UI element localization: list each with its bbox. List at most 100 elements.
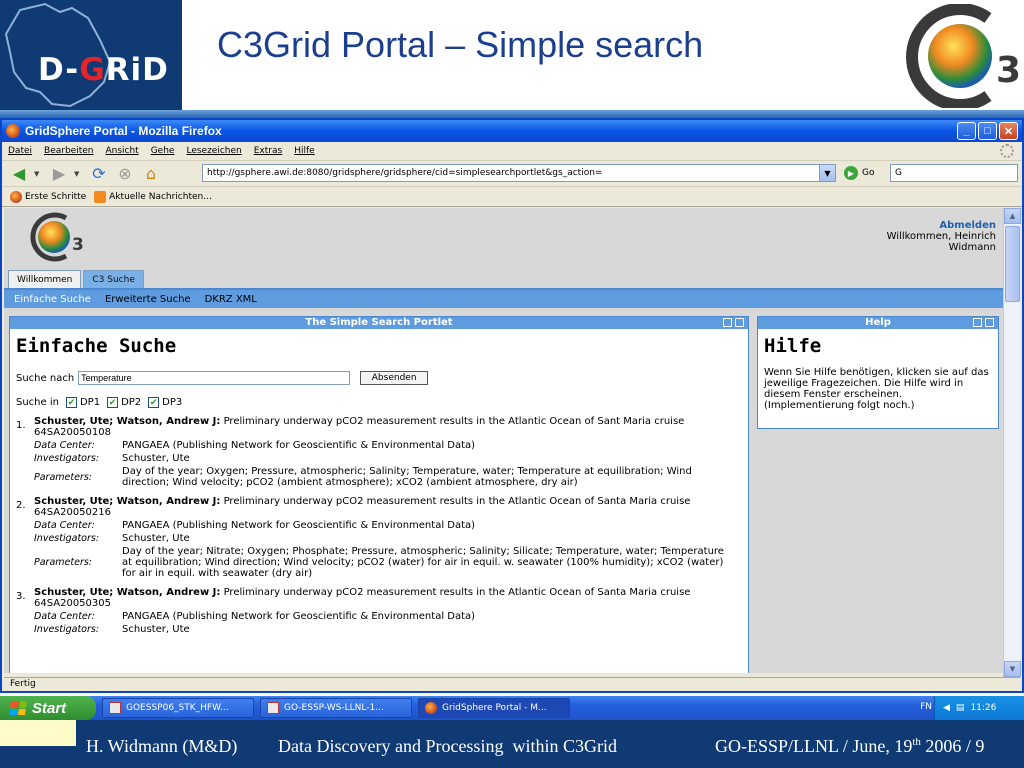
url-dropdown-icon[interactable]: ▼ [819,165,835,181]
user-panel: Abmelden Willkommen, Heinrich Widmann [887,220,996,253]
subtab-dkrz-xml[interactable]: DKRZ XML [205,294,257,305]
web-search-input[interactable]: G [890,164,1018,182]
taskbar-item-powerpoint-2[interactable]: GO-ESSP-WS-LLNL-1... [260,698,412,718]
start-label: Start [32,699,67,717]
slide-header: D-GRiD C3Grid Portal – Simple search 3 [0,0,1024,110]
field-value: Day of the year; Nitrate; Oxygen; Phosph… [122,546,724,579]
stop-icon[interactable]: ⊗ [114,164,136,184]
footer-author: H. Widmann (M&D) [86,736,238,756]
bookmark-erste-schritte[interactable]: Erste Schritte [10,190,87,203]
welcome-text: Willkommen, Heinrich [886,231,996,242]
svg-text:3: 3 [72,235,84,255]
throbber-icon [1000,144,1014,158]
taskbar-item-powerpoint-1[interactable]: GOESSP06_STK_HFW... [102,698,254,718]
menu-gehe[interactable]: Gehe [151,146,175,156]
maximize-button[interactable]: □ [978,122,997,140]
checkbox-dp1[interactable]: ✔ [65,397,77,408]
slide-footer: H. Widmann (M&D) Data Discovery and Proc… [0,720,1024,768]
back-icon[interactable]: ◀ [8,164,30,184]
subtab-erweiterte-suche[interactable]: Erweiterte Suche [105,294,191,305]
field-value: PANGAEA (Publishing Network for Geoscien… [122,611,476,622]
tray-arrow-icon[interactable]: ◀ [943,703,950,713]
network-icon[interactable]: ▤ [956,703,965,713]
minimize-button[interactable]: _ [957,122,976,140]
start-button[interactable]: Start [0,696,96,720]
minimize-portlet-icon[interactable] [973,318,982,327]
field-value: Schuster, Ute [122,624,190,635]
window-titlebar[interactable]: GridSphere Portal - Mozilla Firefox _ □ … [2,120,1022,142]
portlet-heading: Einfache Suche [16,335,177,357]
back-dropdown-icon[interactable]: ▼ [34,170,44,178]
subtab-einfache-suche[interactable]: Einfache Suche [14,294,91,305]
clock[interactable]: 11:26 [970,703,996,713]
go-arrow-icon: ▶ [844,166,858,180]
field-label: Data Center: [34,520,95,531]
menu-bearbeiten[interactable]: Bearbeiten [44,146,93,156]
field-label: Investigators: [34,453,100,464]
scroll-thumb[interactable] [1005,226,1020,302]
language-indicator[interactable]: FN [920,702,932,712]
checkbox-dp3[interactable]: ✔ [148,397,160,408]
reload-icon[interactable]: ⟳ [88,164,110,184]
field-label: Investigators: [34,624,100,635]
field-value: Schuster, Ute [122,533,190,544]
c3grid-logo-icon: 3 [906,4,1021,108]
result-title[interactable]: Schuster, Ute; Watson, Andrew J: Prelimi… [34,416,728,438]
windows-flag-icon [9,701,27,715]
logout-link[interactable]: Abmelden [887,220,996,231]
field-value: PANGAEA (Publishing Network for Geoscien… [122,520,476,531]
checkbox-dp2[interactable]: ✔ [107,397,119,408]
forward-icon[interactable]: ▶ [48,164,70,184]
scroll-down-icon[interactable]: ▼ [1004,661,1021,677]
taskbar-item-label: GOESSP06_STK_HFW... [126,703,229,713]
field-label: Data Center: [34,440,95,451]
menu-extras[interactable]: Extras [254,146,282,156]
maximize-portlet-icon[interactable] [735,318,744,327]
result-title[interactable]: Schuster, Ute; Watson, Andrew J: Prelimi… [34,587,728,609]
field-label: Investigators: [34,533,100,544]
tab-willkommen[interactable]: Willkommen [8,270,82,288]
home-icon[interactable]: ⌂ [140,164,162,184]
username-text: Widmann [948,242,996,253]
url-bar[interactable]: http://gsphere.awi.de:8080/gridsphere/gr… [202,164,836,182]
result-title[interactable]: Schuster, Ute; Watson, Andrew J: Prelimi… [34,496,728,518]
menu-lesezeichen[interactable]: Lesezeichen [186,146,241,156]
menu-datei[interactable]: Datei [8,146,32,156]
help-portlet: Help Hilfe Wenn Sie Hilfe benötigen, kli… [757,316,999,429]
field-value: Schuster, Ute [122,453,190,464]
firefox-icon [6,124,20,138]
list-item: 2. Schuster, Ute; Watson, Andrew J: Prel… [16,496,728,579]
portlet-titlebar: Help [758,317,998,329]
tab-c3-suche[interactable]: C3 Suche [83,270,144,288]
bookmark-aktuelle-nachrichten[interactable]: Aktuelle Nachrichten... [94,190,212,203]
portal-tabs: Willkommen C3 Suche [4,268,1004,288]
list-item: 3. Schuster, Ute; Watson, Andrew J: Prel… [16,587,728,635]
checkbox-label: DP1 [79,397,101,408]
close-button[interactable]: ✕ [999,122,1018,140]
menu-bar: Datei Bearbeiten Ansicht Gehe Lesezeiche… [2,142,1022,161]
list-item: 1. Schuster, Ute; Watson, Andrew J: Prel… [16,416,728,488]
field-label: Parameters: [34,471,93,483]
minimize-portlet-icon[interactable] [723,318,732,327]
page-content: 3 Abmelden Willkommen, Heinrich Widmann … [4,208,1004,673]
go-button[interactable]: ▶ Go [844,166,874,180]
maximize-portlet-icon[interactable] [985,318,994,327]
slide-title: C3Grid Portal – Simple search [217,24,704,65]
scroll-up-icon[interactable]: ▲ [1004,208,1021,224]
bookmark-label: Erste Schritte [25,191,87,202]
rss-icon [94,190,107,203]
menu-ansicht[interactable]: Ansicht [105,146,138,156]
portlet-title: The Simple Search Portlet [305,317,453,328]
forward-dropdown-icon[interactable]: ▼ [74,170,84,178]
window-title: GridSphere Portal - Mozilla Firefox [25,124,222,138]
search-input[interactable]: Temperature [78,371,351,385]
help-text: Wenn Sie Hilfe benötigen, klicken sie au… [764,367,989,411]
taskbar-item-firefox[interactable]: GridSphere Portal - M... [418,698,570,718]
vertical-scrollbar[interactable]: ▲ ▼ [1003,208,1021,677]
search-in-row: Suche in ✔ DP1 ✔ DP2 ✔ DP3 [16,397,748,408]
menu-hilfe[interactable]: Hilfe [294,146,314,156]
dgrid-logo-text: D-GRiD [38,52,169,88]
dgrid-logo: D-GRiD [0,0,182,110]
system-tray: ◀ ▤ 11:26 [934,696,1024,720]
submit-button[interactable]: Absenden [360,371,429,385]
